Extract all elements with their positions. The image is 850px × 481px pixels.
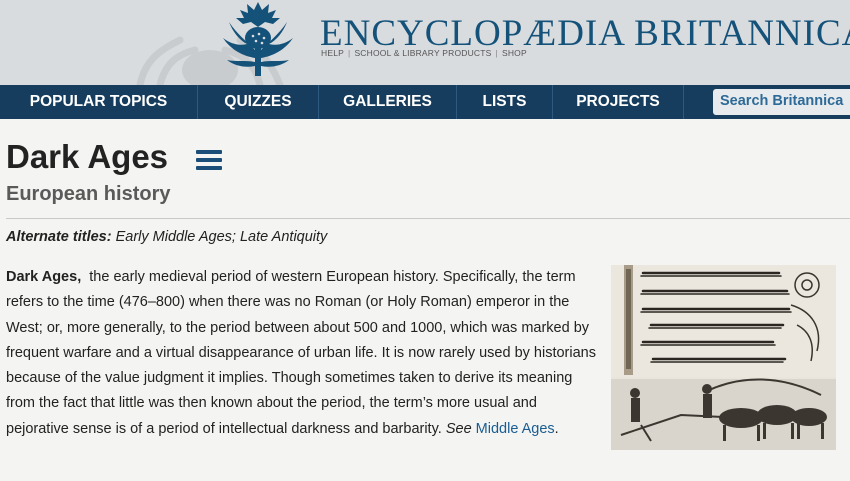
- nav-projects[interactable]: PROJECTS: [553, 85, 684, 119]
- nav-galleries[interactable]: GALLERIES: [319, 85, 457, 119]
- utility-links: HELP | SCHOOL & LIBRARY PRODUCTS | SHOP: [321, 48, 527, 58]
- nav-lists[interactable]: LISTS: [457, 85, 553, 119]
- school-library-products-link[interactable]: SCHOOL & LIBRARY PRODUCTS: [354, 48, 491, 58]
- manuscript-illustration[interactable]: [611, 265, 836, 450]
- masthead: ENCYCLOPÆDIA BRITANNICA HELP | SCHOOL & LI…: [0, 0, 850, 85]
- alternate-titles-label: Alternate titles:: [6, 229, 112, 245]
- middle-ages-link[interactable]: Middle Ages: [476, 421, 555, 437]
- nav-popular-topics[interactable]: POPULAR TOPICS: [0, 85, 198, 119]
- divider: [6, 218, 850, 219]
- alternate-titles: Alternate titles: Early Middle Ages; Lat…: [6, 229, 327, 245]
- help-link[interactable]: HELP: [321, 48, 344, 58]
- see-label: See: [445, 420, 472, 437]
- separator: |: [495, 48, 498, 58]
- page-title: Dark Ages: [6, 138, 169, 175]
- hamburger-menu-icon[interactable]: [196, 150, 222, 170]
- nav-quizzes[interactable]: QUIZZES: [198, 85, 319, 119]
- article-body: Dark Ages, the early medieval period of …: [6, 265, 596, 442]
- shop-link[interactable]: SHOP: [502, 48, 527, 58]
- search-input[interactable]: Search Britannica: [713, 89, 850, 115]
- search-placeholder: Search Britannica: [720, 93, 844, 109]
- alternate-titles-value: Early Middle Ages; Late Antiquity: [115, 229, 328, 245]
- article-text: the early medieval period of western Eur…: [6, 269, 596, 437]
- page-subtitle: European history: [6, 183, 171, 205]
- lead-term: Dark Ages,: [6, 269, 82, 285]
- britannica-thistle-logo-icon[interactable]: [213, 0, 303, 80]
- separator: |: [348, 48, 351, 58]
- end-punct: .: [554, 420, 559, 437]
